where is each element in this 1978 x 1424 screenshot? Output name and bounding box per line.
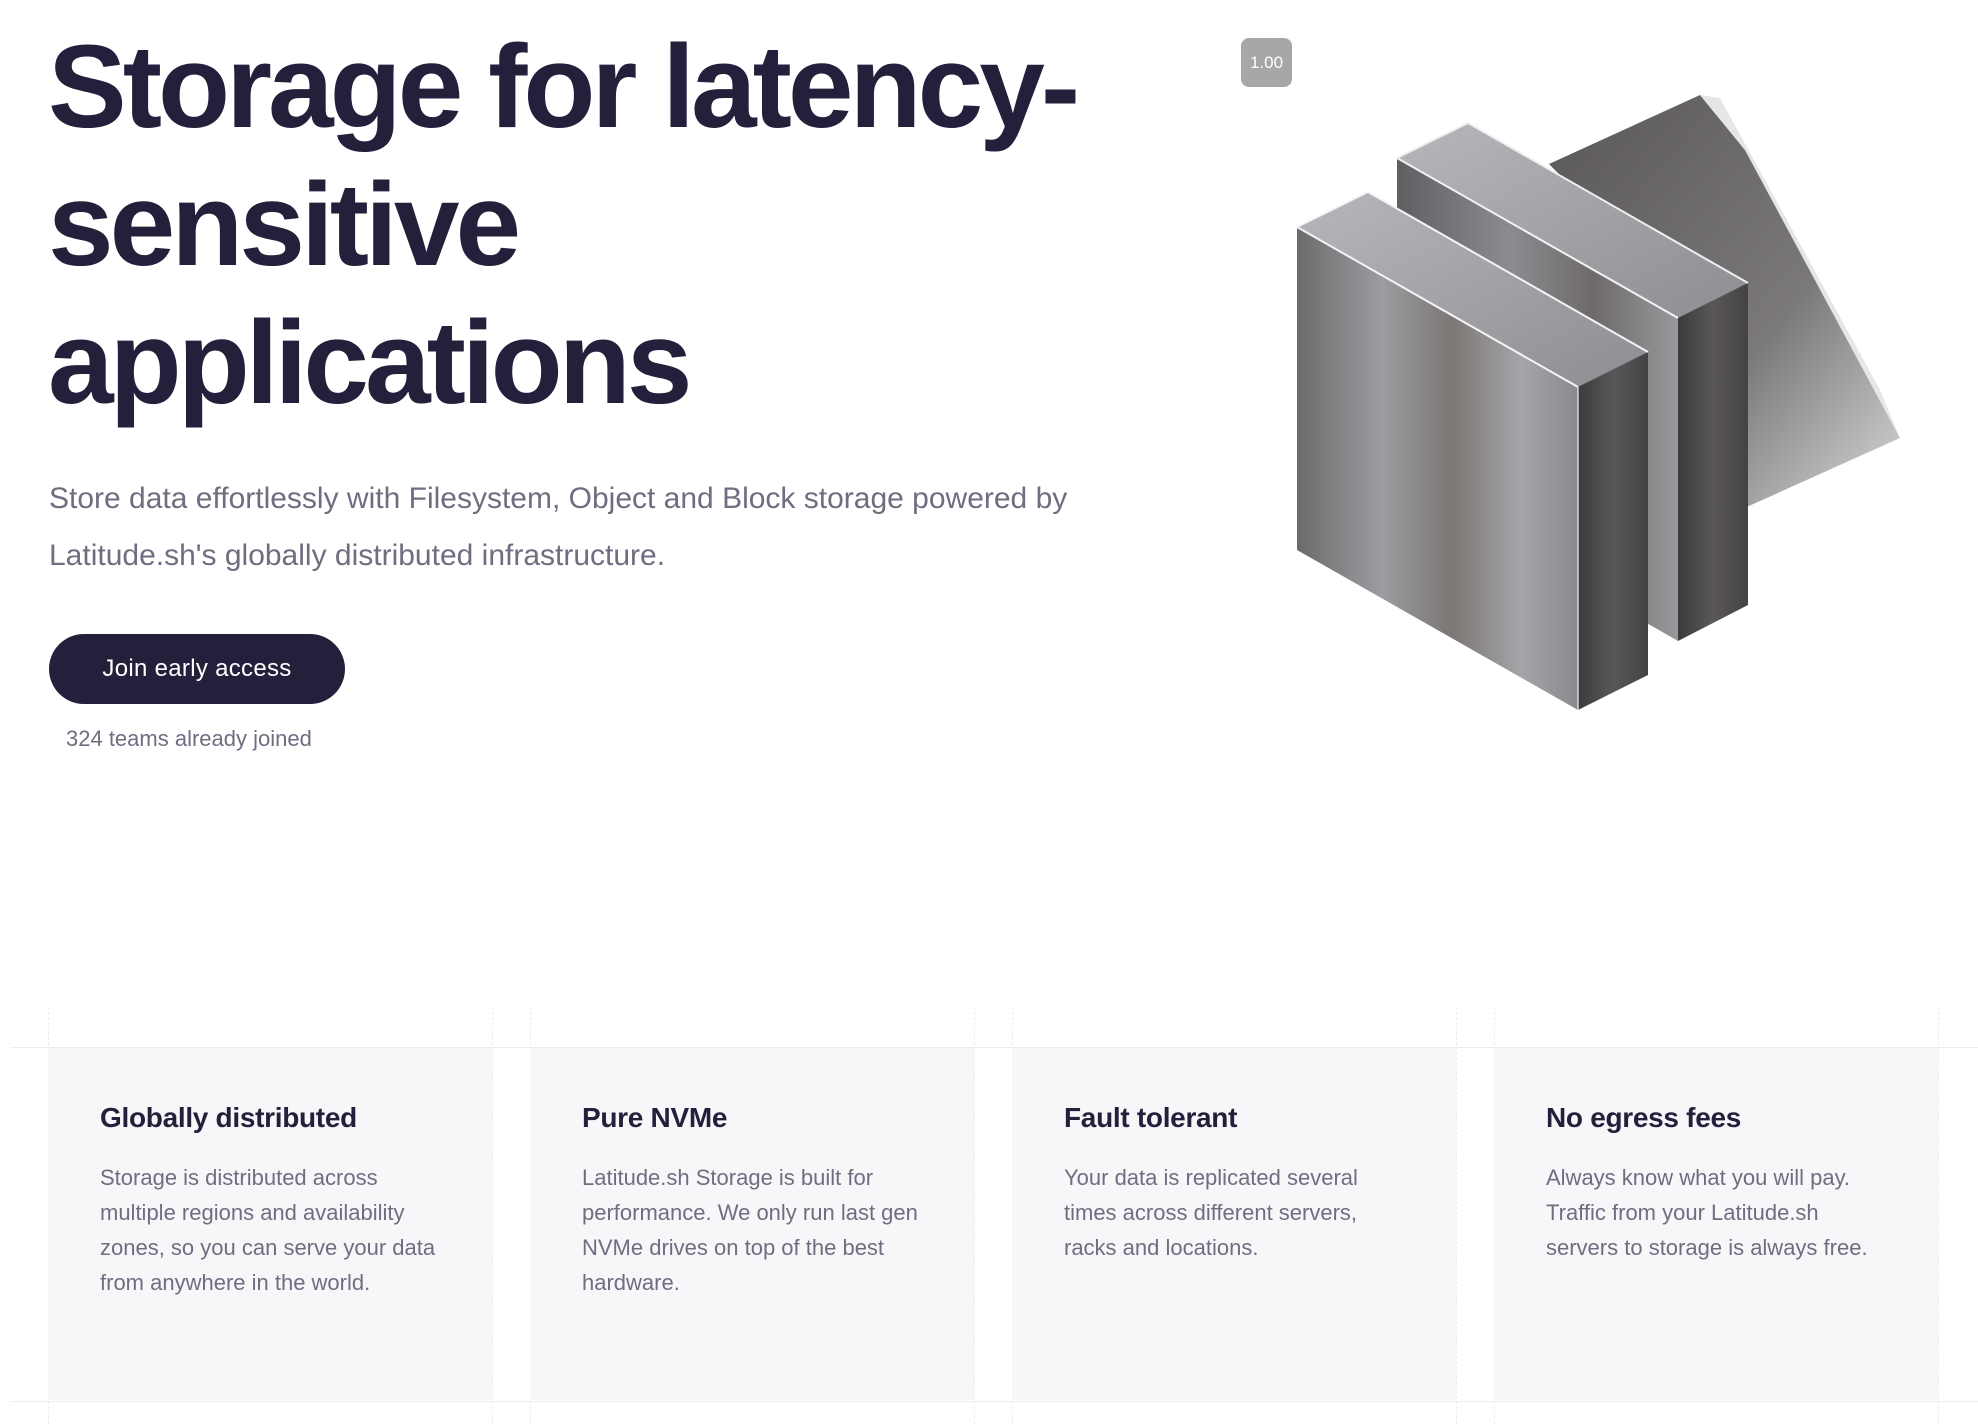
stacked-metal-storage-blocks-icon (1296, 95, 1900, 710)
feature-title: Fault tolerant (1064, 1102, 1238, 1133)
feature-text: Your data is replicated several times ac… (1064, 1165, 1358, 1260)
hero-subtitle: Store data effortlessly with Filesystem,… (49, 482, 1068, 572)
hero-title: Storage for latency- sensitive applicati… (48, 18, 1218, 432)
grid-guide (1938, 1007, 1939, 1424)
feature-bottom-rule (10, 1401, 1978, 1402)
feature-card-globally-distributed: Globally distributed Storage is distribu… (48, 1048, 492, 1400)
feature-text: Storage is distributed across multiple r… (100, 1165, 436, 1295)
feature-text: Always know what you will pay. Traffic f… (1546, 1165, 1868, 1260)
join-early-access-button[interactable]: Join early access (49, 634, 345, 704)
grid-guide (492, 1007, 493, 1424)
feature-text: Latitude.sh Storage is built for perform… (582, 1165, 918, 1295)
feature-card-fault-tolerant: Fault tolerant Your data is replicated s… (1012, 1048, 1456, 1400)
feature-card-no-egress-fees: No egress fees Always know what you will… (1494, 1048, 1938, 1400)
social-proof-text: 324 teams already joined (66, 726, 312, 751)
grid-guide (974, 1007, 975, 1424)
hero-title-line-1: Storage for latency- (48, 21, 1080, 153)
grid-guide (1456, 1007, 1457, 1424)
feature-title: No egress fees (1546, 1102, 1742, 1133)
hero-title-line-3: applications (48, 297, 692, 429)
feature-title: Pure NVMe (582, 1102, 728, 1133)
page: Storage for latency- sensitive applicati… (0, 0, 1978, 1424)
feature-card-pure-nvme: Pure NVMe Latitude.sh Storage is built f… (530, 1048, 974, 1400)
version-badge: 1.00 (1241, 38, 1292, 87)
hero-title-line-2: sensitive (48, 159, 521, 291)
feature-title: Globally distributed (100, 1102, 357, 1133)
